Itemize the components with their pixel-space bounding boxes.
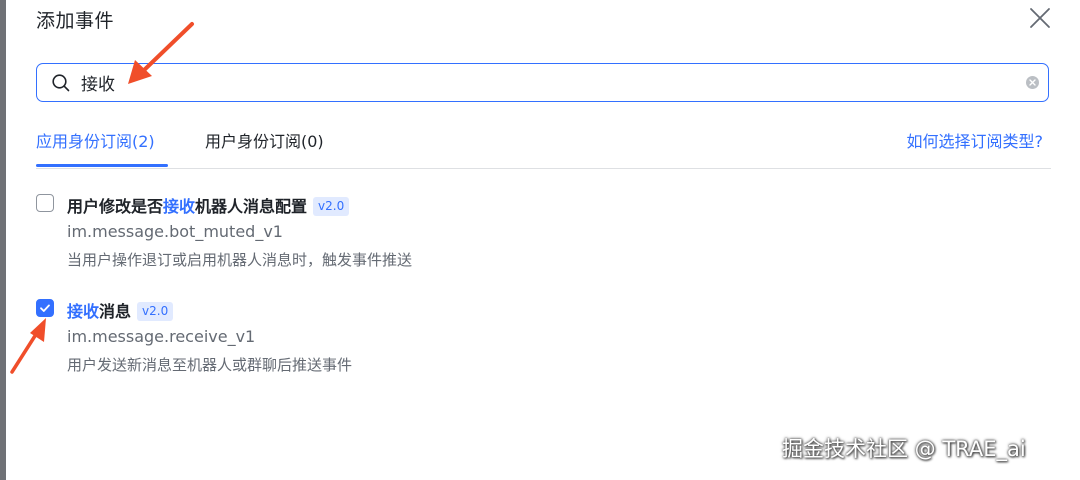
event-item-bot-muted: 用户修改是否接收机器人消息配置 v2.0 im.message.bot_muted… <box>36 193 1036 273</box>
tab-user-identity[interactable]: 用户身份订阅(0) <box>205 128 324 152</box>
event-title-before: 用户修改是否 <box>67 197 164 216</box>
active-tab-indicator <box>36 164 168 167</box>
close-icon[interactable] <box>1026 4 1054 32</box>
event-id: im.message.bot_muted_v1 <box>67 222 283 241</box>
event-checkbox[interactable] <box>36 194 54 212</box>
annotation-arrow-checkbox <box>10 318 46 374</box>
dialog-title: 添加事件 <box>36 10 115 32</box>
annotation-arrow-search <box>128 22 194 84</box>
event-title-highlight: 接收 <box>163 197 196 216</box>
event-item-receive: 接收消息 v2.0 im.message.receive_v1 用户发送新消息至机… <box>36 298 1036 378</box>
event-title: 接收消息 v2.0 <box>67 298 174 322</box>
subscription-tabs: 应用身份订阅(2) 用户身份订阅(0) 如何选择订阅类型? <box>36 118 1051 169</box>
event-title: 用户修改是否接收机器人消息配置 v2.0 <box>67 193 350 217</box>
version-badge: v2.0 <box>313 197 350 216</box>
event-id: im.message.receive_v1 <box>67 327 256 346</box>
clear-icon[interactable] <box>1025 75 1040 90</box>
event-title-highlight: 接收 <box>67 302 100 321</box>
search-input[interactable] <box>81 64 1011 100</box>
search-icon <box>52 74 70 92</box>
event-description: 用户发送新消息至机器人或群聊后推送事件 <box>67 356 353 374</box>
version-badge: v2.0 <box>137 302 174 321</box>
event-title-after: 机器人消息配置 <box>195 197 308 216</box>
subscription-help-link[interactable]: 如何选择订阅类型? <box>907 128 1044 152</box>
event-description: 当用户操作退订或启用机器人消息时，触发事件推送 <box>67 251 413 269</box>
tab-app-identity[interactable]: 应用身份订阅(2) <box>36 128 155 152</box>
event-title-after: 消息 <box>99 302 132 321</box>
watermark: 掘金技术社区 @ TRAE_ai <box>782 437 1026 461</box>
